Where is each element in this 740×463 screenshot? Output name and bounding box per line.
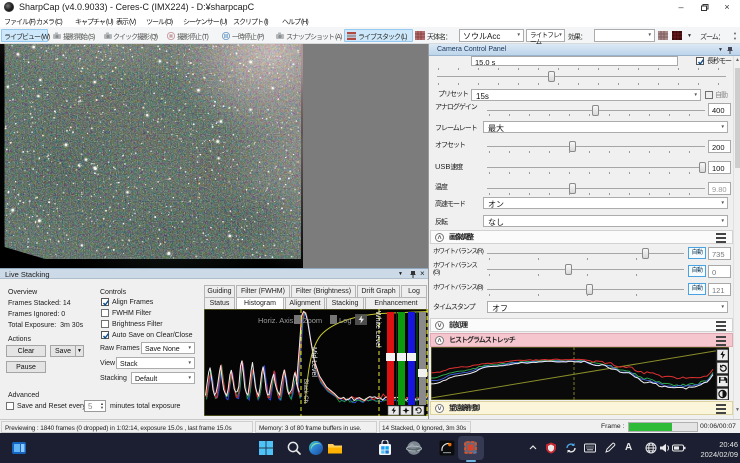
svg-text:Black Ch: Black Ch	[302, 379, 308, 403]
svg-text:Log: Log	[339, 316, 352, 325]
svg-text:Mid Level: Mid Level	[310, 347, 317, 377]
svg-text:Zoom: Zoom	[303, 316, 322, 325]
svg-text:White Level: White Level	[374, 311, 381, 348]
svg-text:Horiz. Axis:: Horiz. Axis:	[258, 316, 296, 325]
